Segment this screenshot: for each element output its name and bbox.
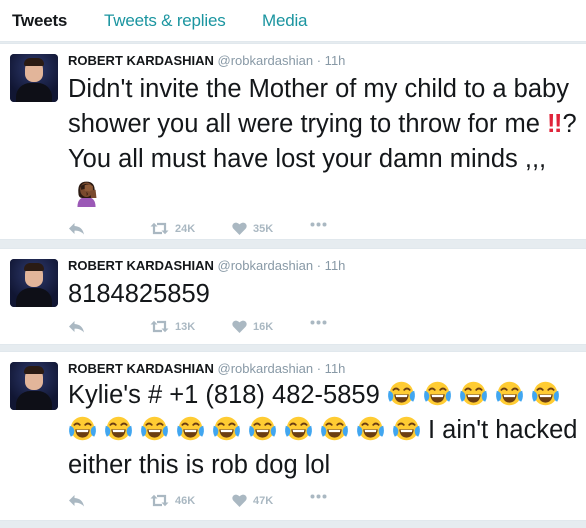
tweet-text-part: Didn't invite the Mother of my child to …: [68, 75, 569, 138]
reply-button[interactable]: [68, 222, 85, 236]
double-exclamation-icon: ‼: [547, 110, 563, 138]
tab-media[interactable]: Media: [262, 11, 308, 31]
author-handle[interactable]: @robkardashian: [218, 361, 314, 376]
more-icon: [310, 494, 327, 499]
author-handle[interactable]: @robkardashian: [218, 258, 314, 273]
tweet-header: ROBERT KARDASHIAN @robkardashian · 11h: [68, 53, 345, 68]
tweet-text: Kylie's # +1 (818) 482-5859 I ain't hack…: [68, 378, 580, 483]
more-button[interactable]: [310, 222, 327, 227]
heart-icon: [232, 222, 247, 235]
tweet-timestamp[interactable]: · 11h: [317, 258, 346, 273]
author-name[interactable]: ROBERT KARDASHIAN: [68, 361, 214, 376]
face-with-tears-of-joy-icon: [392, 414, 421, 443]
tweet-text: 8184825859: [68, 280, 210, 308]
retweet-button[interactable]: 46K: [150, 494, 195, 507]
retweet-icon: [150, 222, 169, 235]
author-name[interactable]: ROBERT KARDASHIAN: [68, 53, 214, 68]
face-with-tears-of-joy-icon: [140, 414, 169, 443]
tweet-timestamp[interactable]: · 11h: [317, 53, 346, 68]
more-button[interactable]: [310, 494, 327, 499]
tweet-text: Didn't invite the Mother of my child to …: [68, 72, 580, 212]
reply-button[interactable]: [68, 320, 85, 334]
retweet-button[interactable]: 24K: [150, 222, 195, 235]
author-name[interactable]: ROBERT KARDASHIAN: [68, 258, 214, 273]
tab-tweets-and-replies[interactable]: Tweets & replies: [104, 11, 226, 31]
author-handle[interactable]: @robkardashian: [218, 53, 314, 68]
woman-facepalming-icon: [72, 178, 101, 207]
like-button[interactable]: 16K: [232, 320, 273, 333]
retweet-count: 46K: [175, 494, 196, 507]
face-with-tears-of-joy-icon: [68, 414, 97, 443]
face-with-tears-of-joy-icon: [320, 414, 349, 443]
face-with-tears-of-joy-icon: [459, 379, 488, 408]
reply-button[interactable]: [68, 494, 85, 508]
face-with-tears-of-joy-icon: [176, 414, 205, 443]
retweet-icon: [150, 320, 169, 333]
more-button[interactable]: [310, 320, 327, 325]
tweet[interactable]: ROBERT KARDASHIAN @robkardashian · 11h K…: [0, 351, 586, 521]
heart-icon: [232, 494, 247, 507]
tweet[interactable]: ROBERT KARDASHIAN @robkardashian · 11h D…: [0, 43, 586, 240]
like-count: 16K: [253, 320, 274, 333]
like-button[interactable]: 35K: [232, 222, 273, 235]
retweet-icon: [150, 494, 169, 507]
tweet-header: ROBERT KARDASHIAN @robkardashian · 11h: [68, 258, 345, 273]
face-with-tears-of-joy-icon: [248, 414, 277, 443]
like-button[interactable]: 47K: [232, 494, 273, 507]
face-with-tears-of-joy-icon: [356, 414, 385, 443]
face-with-tears-of-joy-icon: [387, 379, 416, 408]
face-with-tears-of-joy-icon: [495, 379, 524, 408]
more-icon: [310, 222, 327, 227]
profile-tabs: Tweets Tweets & replies Media: [0, 0, 586, 42]
face-with-tears-of-joy-icon: [423, 379, 452, 408]
like-count: 35K: [253, 222, 274, 235]
retweet-count: 13K: [175, 320, 196, 333]
reply-icon: [69, 321, 84, 333]
more-icon: [310, 320, 327, 325]
tweet-header: ROBERT KARDASHIAN @robkardashian · 11h: [68, 361, 345, 376]
avatar[interactable]: [10, 362, 58, 410]
reply-icon: [69, 495, 84, 507]
avatar[interactable]: [10, 259, 58, 307]
tab-tweets[interactable]: Tweets: [12, 11, 67, 31]
face-with-tears-of-joy-icon: [531, 379, 560, 408]
face-with-tears-of-joy-icon: [212, 414, 241, 443]
tweet-timestamp[interactable]: · 11h: [317, 361, 346, 376]
avatar[interactable]: [10, 54, 58, 102]
face-with-tears-of-joy-icon: [284, 414, 313, 443]
reply-icon: [69, 223, 84, 235]
retweet-button[interactable]: 13K: [150, 320, 195, 333]
face-with-tears-of-joy-icon: [104, 414, 133, 443]
retweet-count: 24K: [175, 222, 196, 235]
heart-icon: [232, 320, 247, 333]
tweet-text-part: Kylie's # +1 (818) 482-5859: [68, 381, 380, 409]
like-count: 47K: [253, 494, 274, 507]
tweet[interactable]: ROBERT KARDASHIAN @robkardashian · 11h 8…: [0, 248, 586, 345]
